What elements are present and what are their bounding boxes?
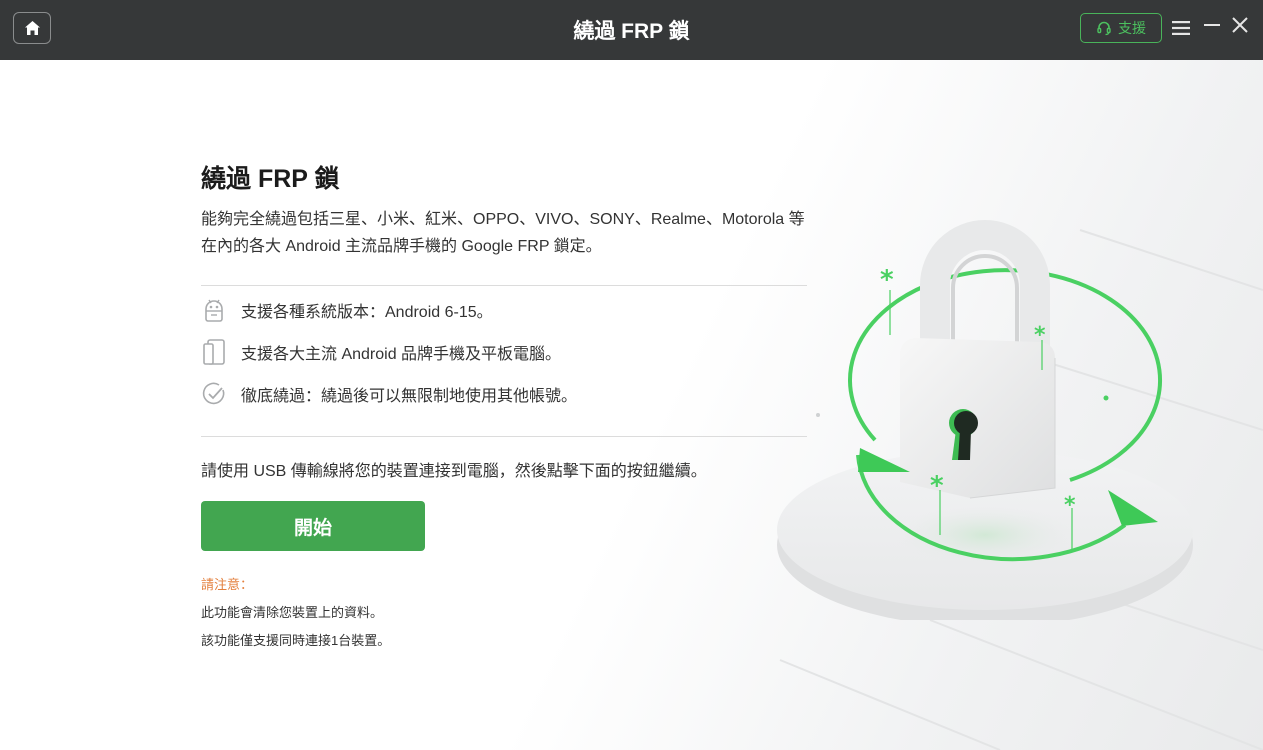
close-icon[interactable] xyxy=(1230,15,1250,35)
check-circle-icon xyxy=(201,380,227,408)
note-title: 請注意： xyxy=(201,577,254,592)
feature-text: 徹底繞過：繞過後可以無限制地使用其他帳號。 xyxy=(241,388,578,405)
svg-text:*: * xyxy=(930,471,944,501)
title-bar: 繞過 FRP 鎖 支援 xyxy=(0,0,1263,60)
divider-top xyxy=(201,285,807,286)
app-window: 繞過 FRP 鎖 支援 繞過 FRP 鎖 能夠完全繞過包括三星、小米、紅米、OP… xyxy=(0,0,1263,750)
minimize-icon[interactable] xyxy=(1203,15,1221,35)
svg-text:*: * xyxy=(1034,323,1046,348)
feature-text: 支援各種系統版本：Android 6-15。 xyxy=(241,304,493,321)
support-label: 支援 xyxy=(1118,20,1146,36)
note-line: 此功能會清除您裝置上的資料。 xyxy=(201,605,384,620)
description: 能夠完全繞過包括三星、小米、紅米、OPPO、VIVO、SONY、Realme、M… xyxy=(201,211,805,255)
note-line: 該功能僅支援同時連接1台裝置。 xyxy=(201,633,391,648)
feature-item-devices: 支援各大主流 Android 品牌手機及平板電腦。 xyxy=(201,338,561,366)
headset-icon xyxy=(1097,21,1111,36)
start-button[interactable]: 開始 xyxy=(201,501,425,551)
svg-text:*: * xyxy=(880,265,894,295)
lock-illustration: * * * * xyxy=(777,220,1193,620)
svg-text:*: * xyxy=(1064,493,1076,518)
android-icon xyxy=(201,296,227,324)
feature-item-bypass: 徹底繞過：繞過後可以無限制地使用其他帳號。 xyxy=(201,380,577,408)
page-title: 繞過 FRP 鎖 xyxy=(201,165,340,193)
connect-instruction: 請使用 USB 傳輸線將您的裝置連接到電腦，然後點擊下面的按鈕繼續。 xyxy=(201,463,707,480)
support-button[interactable]: 支援 xyxy=(1080,13,1162,43)
main-panel: 繞過 FRP 鎖 能夠完全繞過包括三星、小米、紅米、OPPO、VIVO、SONY… xyxy=(0,60,1263,750)
phone-tablet-icon xyxy=(201,338,227,366)
feature-item-versions: 支援各種系統版本：Android 6-15。 xyxy=(201,296,493,324)
window-title: 繞過 FRP 鎖 xyxy=(573,20,690,43)
divider-bottom xyxy=(201,436,807,437)
feature-text: 支援各大主流 Android 品牌手機及平板電腦。 xyxy=(241,346,562,363)
menu-icon[interactable] xyxy=(1171,20,1191,36)
